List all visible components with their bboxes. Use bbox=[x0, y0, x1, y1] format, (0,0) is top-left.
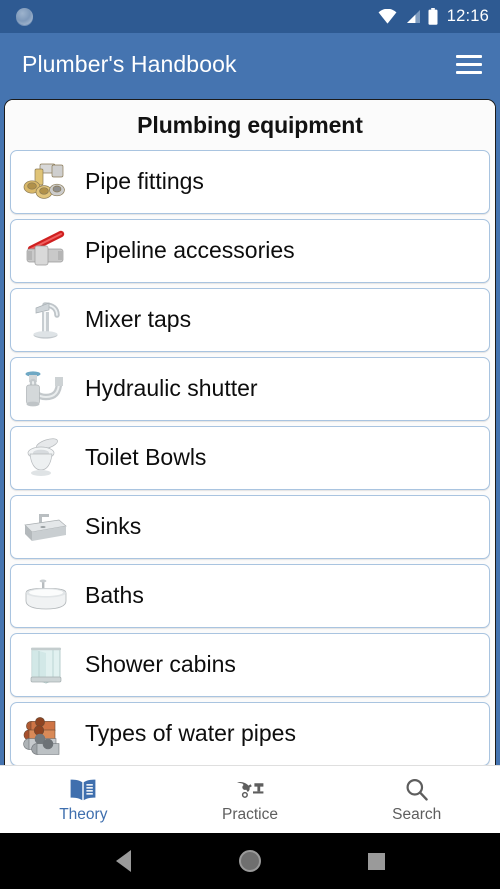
content-area: Plumbing equipment Pipe fittings Pipelin… bbox=[0, 95, 500, 765]
wrench-faucet-icon bbox=[235, 776, 265, 804]
sink-icon bbox=[17, 498, 75, 556]
toilet-bowl-icon bbox=[17, 429, 75, 487]
list-item[interactable]: Toilet Bowls bbox=[10, 426, 490, 490]
hamburger-menu-icon[interactable] bbox=[442, 44, 482, 84]
battery-full-icon bbox=[428, 8, 438, 25]
app-root: 12:16 Plumber's Handbook Plumbing equipm… bbox=[0, 0, 500, 889]
mixer-tap-icon bbox=[17, 291, 75, 349]
tab-practice[interactable]: Practice bbox=[167, 766, 334, 833]
list-item[interactable]: Pipeline accessories bbox=[10, 219, 490, 283]
list-item-label: Types of water pipes bbox=[85, 721, 296, 747]
water-pipes-icon bbox=[17, 705, 75, 763]
tab-search[interactable]: Search bbox=[333, 766, 500, 833]
pipe-fittings-icon bbox=[17, 153, 75, 211]
shower-cabin-icon bbox=[17, 636, 75, 694]
list-item-label: Hydraulic shutter bbox=[85, 376, 258, 402]
page-title: Plumber's Handbook bbox=[22, 50, 237, 77]
panel-heading: Plumbing equipment bbox=[5, 100, 495, 150]
magnifier-icon bbox=[404, 776, 430, 804]
back-button[interactable] bbox=[99, 837, 147, 885]
list-item-label: Shower cabins bbox=[85, 652, 236, 678]
category-panel: Plumbing equipment Pipe fittings Pipelin… bbox=[4, 99, 496, 765]
tab-search-label: Search bbox=[392, 806, 442, 824]
recents-button[interactable] bbox=[353, 837, 401, 885]
open-book-icon bbox=[69, 776, 97, 804]
list-item[interactable]: Mixer taps bbox=[10, 288, 490, 352]
list-item-label: Baths bbox=[85, 583, 144, 609]
bottom-navigation: Theory Practice Search bbox=[0, 765, 500, 833]
cellular-signal-icon bbox=[406, 10, 420, 23]
system-navigation-bar bbox=[0, 833, 500, 889]
siphon-trap-icon bbox=[17, 360, 75, 418]
category-list[interactable]: Pipe fittings Pipeline accessories Mixer… bbox=[5, 150, 495, 765]
list-item[interactable]: Shower cabins bbox=[10, 633, 490, 697]
list-item[interactable]: Hydraulic shutter bbox=[10, 357, 490, 421]
list-item-label: Pipeline accessories bbox=[85, 238, 295, 264]
list-item-label: Toilet Bowls bbox=[85, 445, 207, 471]
status-bar-right: 12:16 bbox=[378, 8, 489, 25]
sync-circle-icon bbox=[16, 8, 33, 25]
tab-practice-label: Practice bbox=[222, 806, 278, 824]
bathtub-icon bbox=[17, 567, 75, 625]
status-bar-left bbox=[16, 8, 378, 25]
home-button[interactable] bbox=[226, 837, 274, 885]
tab-theory[interactable]: Theory bbox=[0, 766, 167, 833]
status-bar-clock: 12:16 bbox=[446, 7, 489, 26]
ball-valve-icon bbox=[17, 222, 75, 280]
status-bar: 12:16 bbox=[0, 0, 500, 33]
list-item-label: Sinks bbox=[85, 514, 142, 540]
list-item-label: Pipe fittings bbox=[85, 169, 204, 195]
wifi-icon bbox=[378, 9, 397, 24]
list-item[interactable]: Types of water pipes bbox=[10, 702, 490, 765]
list-item[interactable]: Baths bbox=[10, 564, 490, 628]
list-item[interactable]: Sinks bbox=[10, 495, 490, 559]
app-bar: Plumber's Handbook bbox=[0, 33, 500, 95]
tab-theory-label: Theory bbox=[59, 806, 108, 824]
list-item-label: Mixer taps bbox=[85, 307, 192, 333]
list-item[interactable]: Pipe fittings bbox=[10, 150, 490, 214]
